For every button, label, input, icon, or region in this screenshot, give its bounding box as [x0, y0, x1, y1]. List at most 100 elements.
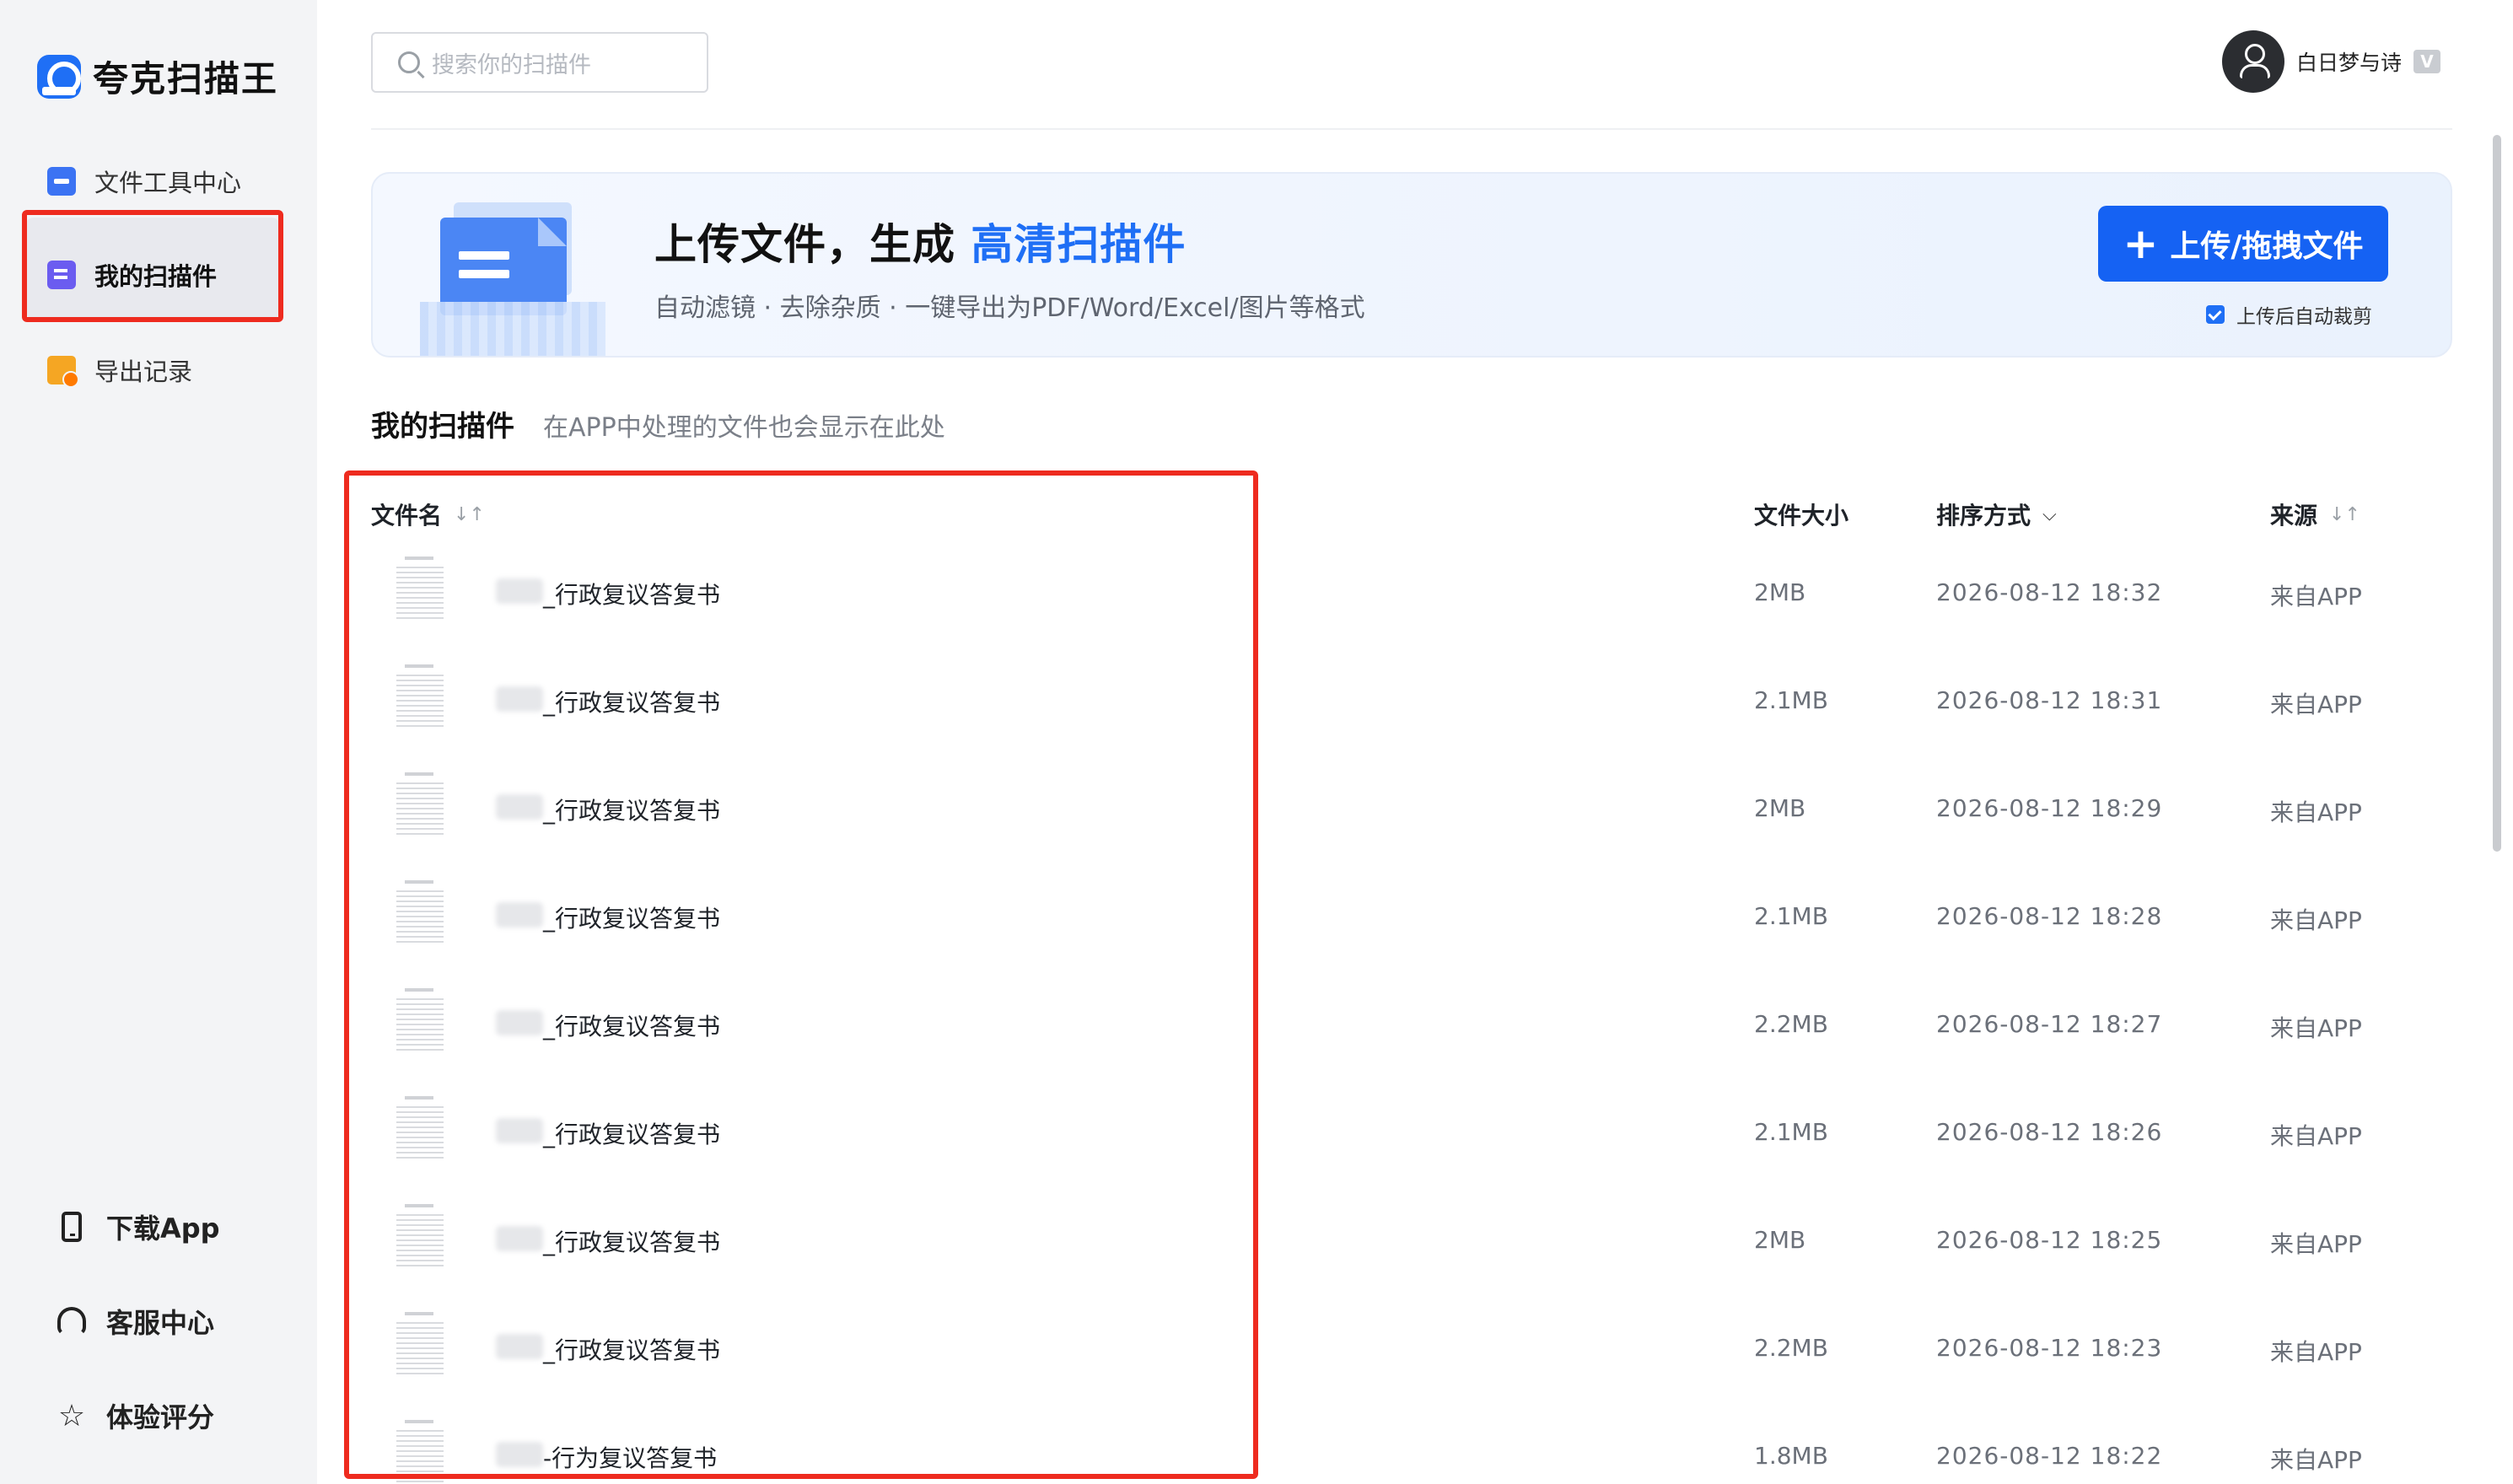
- file-date: 2026-08-12 18:22: [1936, 1442, 2163, 1470]
- table-row[interactable]: _行政复议答复书 2MB 2026-08-12 18:29 来自APP: [317, 767, 2513, 875]
- document-thumbnail[interactable]: [393, 877, 447, 951]
- table-row[interactable]: _行政复议答复书 2.1MB 2026-08-12 18:31 来自APP: [317, 659, 2513, 767]
- table-row[interactable]: _行政复议答复书 2.2MB 2026-08-12 18:27 来自APP: [317, 983, 2513, 1091]
- chevron-down-icon: ⌵: [2042, 503, 2057, 525]
- table-row[interactable]: _行政复议答复书 2.1MB 2026-08-12 18:26 来自APP: [317, 1091, 2513, 1199]
- sidebar-item-label: 我的扫描件: [94, 262, 218, 291]
- document-icon: [47, 261, 76, 289]
- blurred-name-prefix: [496, 902, 543, 928]
- file-date: 2026-08-12 18:32: [1936, 578, 2163, 606]
- avatar-icon[interactable]: [2221, 30, 2284, 93]
- file-size: 2.1MB: [1754, 686, 1828, 714]
- customer-service-button[interactable]: 客服中心: [57, 1302, 214, 1341]
- file-source: 来自APP: [2270, 1446, 2362, 1474]
- file-source: 来自APP: [2270, 906, 2362, 934]
- column-header-size-label: 文件大小: [1754, 502, 1849, 530]
- file-size: 2.2MB: [1754, 1334, 1828, 1362]
- header-divider: [371, 128, 2452, 130]
- file-date: 2026-08-12 18:29: [1936, 794, 2163, 822]
- file-name[interactable]: _行政复议答复书: [543, 1224, 720, 1258]
- banner-title-prefix: 上传文件，生成: [654, 220, 955, 269]
- file-source: 来自APP: [2270, 1338, 2362, 1366]
- rate-experience-button[interactable]: ☆ 体验评分: [57, 1396, 214, 1435]
- app-window: 夸克扫描王 文件工具中心 我的扫描件 导出记录 下载App 客服中心 ☆ 体验评…: [0, 0, 2513, 1484]
- user-menu[interactable]: 白日梦与诗 V: [2221, 30, 2440, 93]
- sort-dropdown[interactable]: 排序方式 ⌵: [1936, 497, 2057, 531]
- folder-clock-icon: [47, 356, 79, 388]
- section-hint: 在APP中处理的文件也会显示在此处: [543, 413, 945, 443]
- banner-title-highlight: 高清扫描件: [971, 220, 1187, 269]
- blurred-name-prefix: [496, 686, 543, 712]
- vertical-scrollbar[interactable]: [2493, 135, 2501, 852]
- app-logo[interactable]: 夸克扫描王: [37, 51, 278, 102]
- file-name[interactable]: _行政复议答复书: [543, 1332, 720, 1366]
- file-size: 2MB: [1754, 794, 1806, 822]
- blurred-name-prefix: [496, 1010, 543, 1035]
- blurred-name-prefix: [496, 1226, 543, 1251]
- search-icon: [398, 51, 420, 73]
- document-thumbnail[interactable]: [393, 1201, 447, 1275]
- file-name[interactable]: _行政复议答复书: [543, 901, 720, 934]
- scanner-logo-icon: [37, 54, 81, 99]
- file-size: 2.1MB: [1754, 902, 1828, 930]
- column-header-name[interactable]: 文件名 ↓↑: [371, 497, 485, 531]
- column-header-source[interactable]: 来源 ↓↑: [2270, 497, 2360, 531]
- document-thumbnail[interactable]: [393, 661, 447, 735]
- table-row[interactable]: _行政复议答复书 2.2MB 2026-08-12 18:23 来自APP: [317, 1307, 2513, 1415]
- table-row[interactable]: -行为复议答复书 1.8MB 2026-08-12 18:22 来自APP: [317, 1415, 2513, 1484]
- auto-crop-option[interactable]: 上传后自动裁剪: [2206, 300, 2372, 329]
- upload-file-button[interactable]: + 上传/拖拽文件: [2098, 206, 2388, 282]
- phone-icon: [57, 1211, 86, 1243]
- sidebar: 夸克扫描王 文件工具中心 我的扫描件 导出记录 下载App 客服中心 ☆ 体验评…: [0, 0, 317, 1484]
- document-thumbnail[interactable]: [393, 985, 447, 1059]
- document-stack-illustration: [420, 202, 605, 356]
- document-thumbnail[interactable]: [393, 1309, 447, 1383]
- file-name[interactable]: _行政复议答复书: [543, 1116, 720, 1150]
- upload-button-label: 上传/拖拽文件: [2170, 229, 2364, 264]
- table-row[interactable]: _行政复议答复书 2MB 2026-08-12 18:25 来自APP: [317, 1199, 2513, 1307]
- file-source: 来自APP: [2270, 798, 2362, 826]
- blurred-name-prefix: [496, 1442, 543, 1467]
- plus-icon: +: [2123, 219, 2159, 268]
- file-name[interactable]: -行为复议答复书: [543, 1440, 717, 1474]
- file-source: 来自APP: [2270, 1122, 2362, 1150]
- document-thumbnail[interactable]: [393, 1093, 447, 1167]
- customer-service-label: 客服中心: [106, 1307, 215, 1339]
- briefcase-icon: [47, 167, 76, 196]
- file-size: 2MB: [1754, 578, 1806, 606]
- file-source: 来自APP: [2270, 691, 2362, 718]
- sidebar-item-my-scans[interactable]: 我的扫描件: [47, 257, 217, 293]
- sort-arrows-icon[interactable]: ↓↑: [454, 504, 485, 525]
- auto-crop-label: 上传后自动裁剪: [2236, 306, 2372, 328]
- file-size: 2.2MB: [1754, 1010, 1828, 1038]
- file-date: 2026-08-12 18:23: [1936, 1334, 2163, 1362]
- blurred-name-prefix: [496, 794, 543, 820]
- sidebar-item-export-history[interactable]: 导出记录: [47, 352, 192, 388]
- table-row[interactable]: _行政复议答复书 2MB 2026-08-12 18:32 来自APP: [317, 551, 2513, 659]
- sidebar-item-label: 导出记录: [94, 358, 193, 386]
- star-icon: ☆: [57, 1398, 86, 1433]
- app-name: 夸克扫描王: [93, 58, 279, 99]
- file-name[interactable]: _行政复议答复书: [543, 1008, 720, 1042]
- sort-dropdown-label: 排序方式: [1936, 502, 2031, 530]
- blurred-name-prefix: [496, 578, 543, 604]
- sort-arrows-icon[interactable]: ↓↑: [2329, 504, 2360, 525]
- headset-icon: [57, 1305, 86, 1337]
- document-thumbnail[interactable]: [393, 769, 447, 843]
- document-thumbnail[interactable]: [393, 1417, 447, 1484]
- file-source: 来自APP: [2270, 1014, 2362, 1042]
- file-date: 2026-08-12 18:25: [1936, 1226, 2163, 1254]
- auto-crop-checkbox[interactable]: [2206, 305, 2225, 324]
- sidebar-item-tools[interactable]: 文件工具中心: [47, 164, 241, 199]
- search-input[interactable]: 搜索你的扫描件: [371, 32, 708, 93]
- banner-subtitle: 自动滤镜 · 去除杂质 · 一键导出为PDF/Word/Excel/图片等格式: [654, 293, 1365, 323]
- file-name[interactable]: _行政复议答复书: [543, 577, 720, 610]
- file-name[interactable]: _行政复议答复书: [543, 685, 720, 718]
- file-name[interactable]: _行政复议答复书: [543, 793, 720, 826]
- table-row[interactable]: _行政复议答复书 2.1MB 2026-08-12 18:28 来自APP: [317, 875, 2513, 983]
- blurred-name-prefix: [496, 1334, 543, 1359]
- download-app-button[interactable]: 下载App: [57, 1207, 220, 1246]
- file-size: 2.1MB: [1754, 1118, 1828, 1146]
- document-thumbnail[interactable]: [393, 553, 447, 627]
- main-content: 搜索你的扫描件 白日梦与诗 V 上传文件，生成 高清扫描件 自动滤镜 · 去除杂…: [317, 0, 2513, 1484]
